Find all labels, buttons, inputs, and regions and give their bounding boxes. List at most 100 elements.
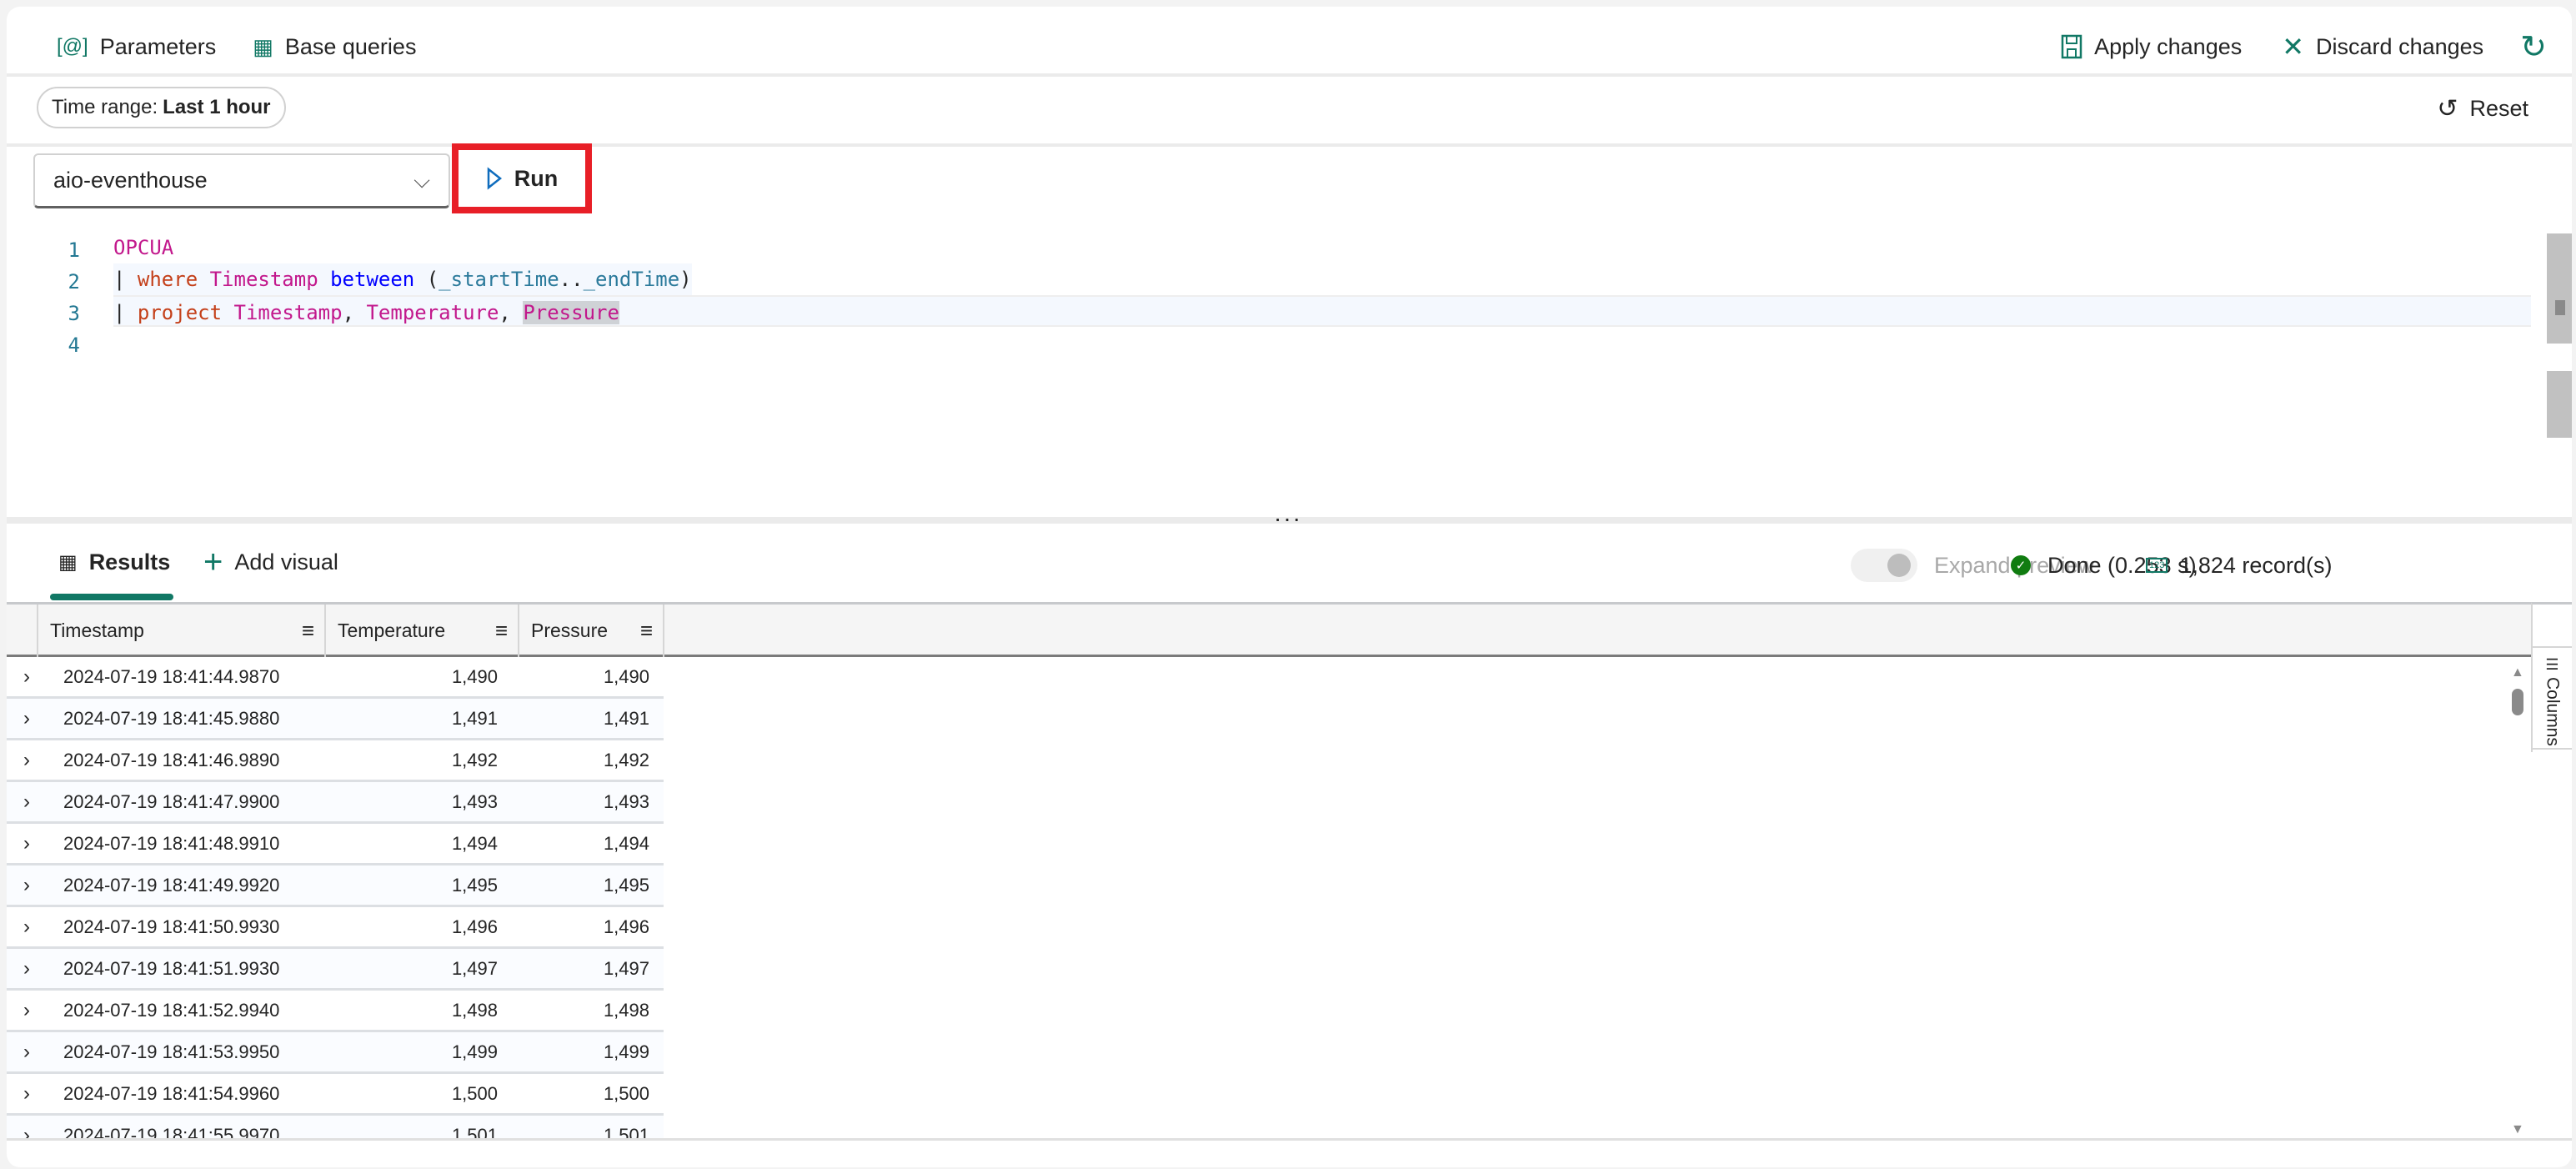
- expand-row-icon[interactable]: ›: [23, 699, 30, 738]
- table-row[interactable]: › 2024-07-19 18:41:48.9910 1,494 1,494: [7, 824, 664, 865]
- run-label: Run: [514, 165, 559, 191]
- chevron-down-icon: ⌵: [413, 167, 430, 193]
- cell-pressure: 1,500: [603, 1083, 649, 1104]
- cell-pressure: 1,491: [603, 708, 649, 729]
- table-row[interactable]: › 2024-07-19 18:41:49.9920 1,495 1,495: [7, 865, 664, 907]
- run-button[interactable]: Run: [452, 143, 592, 213]
- cell-timestamp: 2024-07-19 18:41:53.9950: [63, 1041, 280, 1062]
- expand-row-icon[interactable]: ›: [23, 991, 30, 1030]
- editor-scrollbar[interactable]: [2547, 233, 2572, 344]
- editor-scroll-marker: [2555, 300, 2565, 315]
- cell-temperature: 1,498: [451, 1000, 498, 1021]
- cell-temperature: 1,499: [451, 1041, 498, 1062]
- table-row[interactable]: › 2024-07-19 18:41:55.9970 1,501 1,501: [7, 1116, 664, 1139]
- table-row[interactable]: › 2024-07-19 18:41:54.9960 1,500 1,500: [7, 1074, 664, 1116]
- reset-button[interactable]: ↺ Reset: [2437, 90, 2528, 127]
- expand-row-icon[interactable]: ›: [23, 1074, 30, 1113]
- results-tab-label: Results: [88, 549, 171, 574]
- expand-row-icon[interactable]: ›: [23, 1116, 30, 1139]
- column-menu-icon[interactable]: ≡: [495, 618, 508, 644]
- query-editor-card: [@] Parameters ▦ Base queries Apply chan…: [7, 7, 2572, 1167]
- add-visual-button[interactable]: + Add visual: [203, 544, 338, 580]
- reset-label: Reset: [2469, 95, 2528, 121]
- table-row[interactable]: › 2024-07-19 18:41:44.9870 1,490 1,490: [7, 657, 664, 699]
- cell-timestamp: 2024-07-19 18:41:51.9930: [63, 958, 280, 979]
- table-scrollbar[interactable]: ▲ ▼: [2511, 659, 2524, 1139]
- cell-timestamp: 2024-07-19 18:41:50.9930: [63, 916, 280, 937]
- column-header-timestamp[interactable]: Timestamp ≡: [37, 605, 324, 657]
- toggle-switch[interactable]: [1851, 549, 1917, 582]
- active-tab-indicator: [50, 594, 173, 600]
- cell-pressure: 1,501: [603, 1125, 649, 1139]
- table-row[interactable]: › 2024-07-19 18:41:47.9900 1,493 1,493: [7, 782, 664, 824]
- cell-pressure: 1,498: [603, 1000, 649, 1021]
- expand-row-icon[interactable]: ›: [23, 657, 30, 696]
- column-menu-icon[interactable]: ≡: [302, 618, 314, 644]
- scroll-up-icon[interactable]: ▲: [2511, 665, 2524, 680]
- line-number: 4: [68, 334, 80, 357]
- cell-temperature: 1,495: [451, 875, 498, 896]
- line-number: 3: [68, 302, 80, 325]
- parameters-icon: [@]: [57, 35, 88, 58]
- base-queries-button[interactable]: ▦ Base queries: [253, 34, 416, 60]
- discard-changes-button[interactable]: ✕ Discard changes: [2282, 31, 2483, 63]
- column-menu-icon[interactable]: ≡: [640, 618, 653, 644]
- expand-row-icon[interactable]: ›: [23, 865, 30, 905]
- scroll-thumb[interactable]: [2512, 689, 2523, 715]
- column-header-temperature[interactable]: Temperature ≡: [324, 605, 518, 657]
- cell-temperature: 1,493: [451, 791, 498, 812]
- apply-changes-label: Apply changes: [2094, 33, 2243, 59]
- expand-row-icon[interactable]: ›: [23, 1032, 30, 1071]
- cell-temperature: 1,491: [451, 708, 498, 729]
- table-row[interactable]: › 2024-07-19 18:41:51.9930 1,497 1,497: [7, 949, 664, 991]
- column-title: Temperature: [338, 620, 446, 641]
- cell-temperature: 1,500: [451, 1083, 498, 1104]
- base-queries-label: Base queries: [284, 33, 417, 59]
- expand-row-icon[interactable]: ›: [23, 907, 30, 946]
- column-header-pressure[interactable]: Pressure ≡: [518, 605, 663, 657]
- code-line-1: OPCUA: [113, 236, 174, 259]
- table-row[interactable]: › 2024-07-19 18:41:53.9950 1,499 1,499: [7, 1032, 664, 1074]
- cell-pressure: 1,499: [603, 1041, 649, 1062]
- cell-timestamp: 2024-07-19 18:41:45.9880: [63, 708, 280, 729]
- table-header: Timestamp ≡ Temperature ≡ Pressure ≡: [7, 602, 2533, 657]
- divider: [7, 143, 2572, 147]
- parameters-button[interactable]: [@] Parameters: [57, 34, 216, 60]
- discard-changes-label: Discard changes: [2316, 33, 2484, 59]
- editor-scrollbar-lower[interactable]: [2547, 371, 2572, 438]
- table-row[interactable]: › 2024-07-19 18:41:50.9930 1,496 1,496: [7, 907, 664, 949]
- time-range-pill[interactable]: Time range: Last 1 hour: [37, 87, 286, 128]
- cell-timestamp: 2024-07-19 18:41:46.9890: [63, 750, 280, 770]
- database-dropdown[interactable]: aio-eventhouse ⌵: [33, 153, 450, 208]
- cell-pressure: 1,495: [603, 875, 649, 896]
- expand-row-icon[interactable]: ›: [23, 782, 30, 821]
- expand-row-icon[interactable]: ›: [23, 824, 30, 863]
- table-row[interactable]: › 2024-07-19 18:41:52.9940 1,498 1,498: [7, 991, 664, 1032]
- expand-row-icon[interactable]: ›: [23, 949, 30, 988]
- tab-results[interactable]: ▦ Results: [58, 545, 170, 579]
- time-range-label: Time range:: [52, 96, 158, 118]
- record-count: 123 1,824 record(s): [2146, 549, 2332, 582]
- table-bottom-border: [7, 1138, 2572, 1141]
- cell-pressure: 1,497: [603, 958, 649, 979]
- cell-temperature: 1,501: [451, 1125, 498, 1139]
- cell-temperature: 1,492: [451, 750, 498, 770]
- cell-timestamp: 2024-07-19 18:41:52.9940: [63, 1000, 280, 1021]
- columns-panel-tab[interactable]: ☰ Columns: [2531, 602, 2572, 752]
- cell-temperature: 1,497: [451, 958, 498, 979]
- check-circle-icon: ✓: [2011, 555, 2031, 575]
- refresh-icon[interactable]: ↻: [2520, 28, 2547, 66]
- apply-changes-button[interactable]: Apply changes: [2061, 34, 2242, 60]
- expand-row-icon[interactable]: ›: [23, 740, 30, 780]
- cell-timestamp: 2024-07-19 18:41:48.9910: [63, 833, 280, 854]
- scroll-down-icon[interactable]: ▼: [2511, 1122, 2524, 1137]
- cell-pressure: 1,496: [603, 916, 649, 937]
- table-body: › 2024-07-19 18:41:44.9870 1,490 1,490 › …: [7, 657, 2533, 1139]
- table-row[interactable]: › 2024-07-19 18:41:45.9880 1,491 1,491: [7, 699, 664, 740]
- base-queries-icon: ▦: [253, 33, 273, 59]
- code-line-2: | where Timestamp between (_startTime.._…: [113, 263, 692, 295]
- table-row[interactable]: › 2024-07-19 18:41:46.9890 1,492 1,492: [7, 740, 664, 782]
- columns-icon: ☰: [2545, 656, 2559, 673]
- save-icon: [2061, 34, 2082, 59]
- cell-temperature: 1,494: [451, 833, 498, 854]
